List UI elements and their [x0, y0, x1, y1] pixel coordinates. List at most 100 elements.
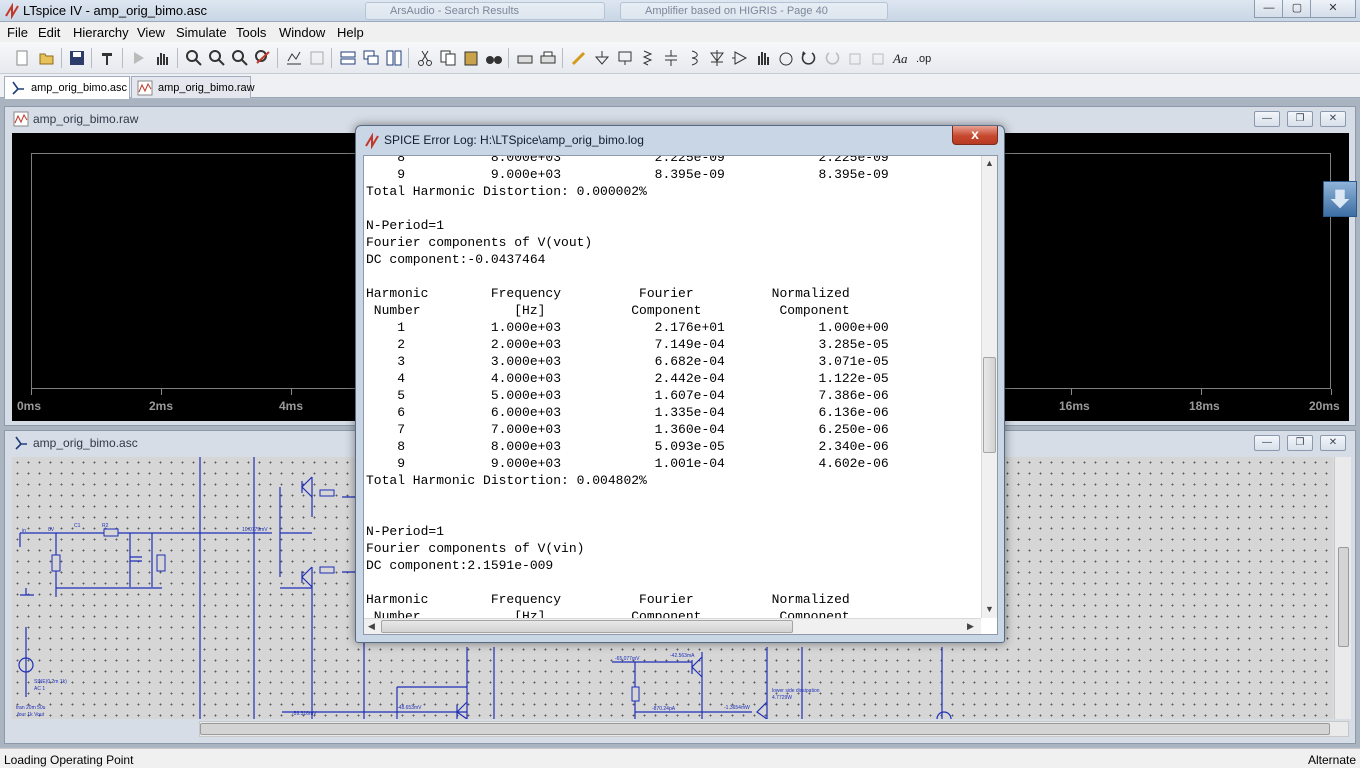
title-bar: LTspice IV - amp_orig_bimo.asc ArsAudio … [0, 0, 1360, 22]
scroll-left-arrow-icon[interactable]: ◀ [368, 621, 375, 632]
text-icon[interactable]: Aa [891, 48, 911, 68]
inductor-icon[interactable] [684, 48, 704, 68]
scroll-down-arrow-icon[interactable] [1323, 181, 1357, 217]
scroll-down-arrow-icon[interactable]: ▼ [985, 604, 994, 614]
schematic-horizontal-scrollbar[interactable] [199, 721, 1349, 737]
control-panel-hammer-icon[interactable] [98, 48, 118, 68]
maximize-button[interactable]: ▢ [1282, 0, 1312, 18]
tab-waveform[interactable]: amp_orig_bimo.raw [131, 76, 255, 98]
svg-text:.four 1k Vout: .four 1k Vout [16, 712, 45, 718]
error-log-close-button[interactable]: x [952, 126, 998, 145]
save-icon[interactable] [67, 48, 87, 68]
waveform-restore-button[interactable]: ❐ [1287, 111, 1313, 127]
scroll-up-arrow-icon[interactable]: ▲ [985, 158, 994, 168]
waveform-close-button[interactable]: ✕ [1320, 111, 1346, 127]
minimize-button[interactable]: — [1254, 0, 1284, 18]
menu-edit[interactable]: Edit [38, 25, 60, 40]
log-line: Fourier components of V(vin) [366, 541, 585, 556]
menu-file[interactable]: File [7, 25, 28, 40]
tab-schematic[interactable]: amp_orig_bimo.asc [4, 76, 130, 99]
schematic-vertical-scrollbar[interactable] [1334, 457, 1351, 719]
log-line: 2 2.000e+03 7.149e-04 3.285e-05 [366, 337, 889, 352]
paste-icon[interactable] [461, 48, 481, 68]
pan-hand-icon[interactable] [152, 48, 172, 68]
diode-icon[interactable] [707, 48, 727, 68]
svg-text:Aa: Aa [892, 51, 908, 66]
menu-hierarchy[interactable]: Hierarchy [73, 25, 129, 40]
open-folder-icon[interactable] [37, 48, 57, 68]
zoom-out-icon[interactable] [230, 48, 250, 68]
zoom-fit-icon[interactable] [253, 48, 273, 68]
svg-text:-48.653mV: -48.653mV [397, 705, 422, 711]
copy-icon[interactable] [438, 48, 458, 68]
background-browser-tab[interactable]: Amplifier based on HIGRIS - Page 40 [620, 2, 888, 20]
log-line: N-Period=1 [366, 524, 445, 539]
mirror-icon[interactable] [868, 48, 888, 68]
waveform-icon [13, 111, 29, 127]
print-icon[interactable] [538, 48, 558, 68]
close-button[interactable]: ✕ [1310, 0, 1356, 18]
zoom-area-icon[interactable] [207, 48, 227, 68]
tile-vertical-icon[interactable] [384, 48, 404, 68]
print-preview-icon[interactable] [515, 48, 535, 68]
log-line: 7 7.000e+03 1.360e-04 6.250e-06 [366, 422, 889, 437]
undo-icon[interactable] [799, 48, 819, 68]
svg-text:-65.077mV: -65.077mV [615, 656, 640, 662]
error-log-title: SPICE Error Log: H:\LTSpice\amp_orig_bim… [384, 133, 644, 147]
ground-icon[interactable] [592, 48, 612, 68]
log-line: Number [Hz] Component Component [366, 303, 850, 318]
x-axis-tick-label: 2ms [149, 399, 174, 413]
log-text-area[interactable]: 8 8.000e+03 2.225e-09 2.225e-09 9 9.000e… [363, 155, 998, 635]
schematic-close-button[interactable]: ✕ [1320, 435, 1346, 451]
svg-text:-1.3654mW: -1.3654mW [724, 705, 750, 711]
find-binoculars-icon[interactable] [484, 48, 504, 68]
grid-icon[interactable] [307, 48, 327, 68]
log-vertical-scroll-thumb[interactable] [983, 357, 996, 453]
menu-help[interactable]: Help [337, 25, 364, 40]
background-browser-tab[interactable]: ArsAudio - Search Results [365, 2, 605, 20]
move-hand-icon[interactable] [753, 48, 773, 68]
cascade-windows-icon[interactable] [361, 48, 381, 68]
menu-tools[interactable]: Tools [236, 25, 266, 40]
component-icon[interactable] [730, 48, 750, 68]
svg-text:0V: 0V [48, 527, 55, 533]
spice-directive-icon[interactable]: .op [914, 48, 934, 68]
svg-text:R2: R2 [102, 523, 109, 529]
drag-hand-icon[interactable] [776, 48, 796, 68]
autorange-icon[interactable] [284, 48, 304, 68]
schematic-window-title: amp_orig_bimo.asc [33, 436, 138, 450]
log-line: Harmonic Frequency Fourier Normalized [366, 592, 850, 607]
menu-window[interactable]: Window [279, 25, 325, 40]
rotate-icon[interactable] [845, 48, 865, 68]
label-net-icon[interactable] [615, 48, 635, 68]
scroll-right-arrow-icon[interactable]: ▶ [967, 621, 974, 632]
draw-wire-pencil-icon[interactable] [569, 48, 589, 68]
log-vertical-scrollbar[interactable]: ▲ ▼ [981, 156, 997, 618]
redo-icon[interactable] [822, 48, 842, 68]
status-bar: Loading Operating Point Alternate [0, 748, 1360, 768]
waveform-minimize-button[interactable]: — [1254, 111, 1280, 127]
new-schematic-icon[interactable] [12, 48, 32, 68]
menu-simulate[interactable]: Simulate [176, 25, 227, 40]
run-simulation-icon[interactable] [129, 48, 149, 68]
svg-text:SINE(0 2m 1k): SINE(0 2m 1k) [34, 679, 67, 685]
log-line: N-Period=1 [366, 218, 445, 233]
cut-scissors-icon[interactable] [415, 48, 435, 68]
spice-error-log-dialog: SPICE Error Log: H:\LTSpice\amp_orig_bim… [355, 125, 1005, 643]
schematic-restore-button[interactable]: ❐ [1287, 435, 1313, 451]
log-line: 9 9.000e+03 8.395e-09 8.395e-09 [366, 167, 889, 182]
capacitor-icon[interactable] [661, 48, 681, 68]
x-axis-tick-label: 4ms [279, 399, 304, 413]
menu-view[interactable]: View [137, 25, 165, 40]
log-horizontal-scroll-thumb[interactable] [381, 620, 793, 633]
tile-horizontal-icon[interactable] [338, 48, 358, 68]
resistor-icon[interactable] [638, 48, 658, 68]
log-horizontal-scrollbar[interactable]: ◀ ▶ [364, 618, 981, 634]
zoom-in-icon[interactable] [184, 48, 204, 68]
ltspice-logo-icon [5, 3, 19, 19]
schematic-minimize-button[interactable]: — [1254, 435, 1280, 451]
svg-text:tran 20m 50u: tran 20m 50u [16, 705, 46, 711]
log-line: Harmonic Frequency Fourier Normalized [366, 286, 850, 301]
